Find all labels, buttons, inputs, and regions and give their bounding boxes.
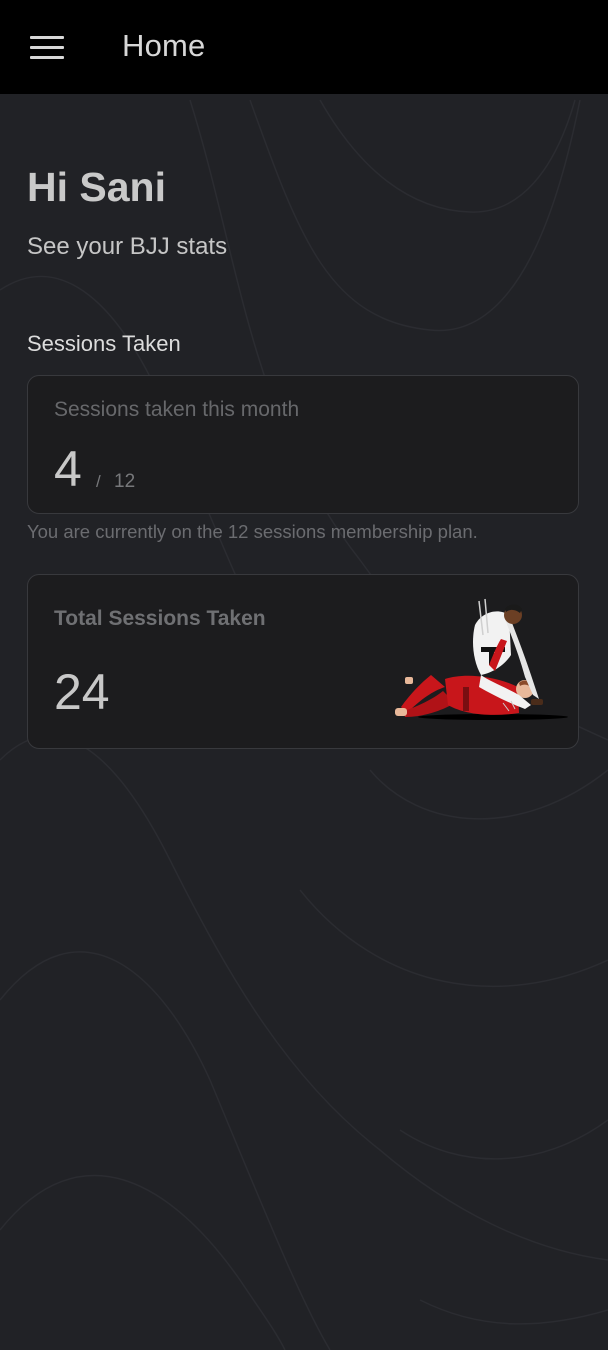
menu-button[interactable] [22, 24, 72, 70]
sessions-separator: / [96, 472, 101, 491]
monthly-sessions-count: 4 [54, 441, 82, 497]
greeting-heading: Hi Sani [27, 164, 166, 210]
greeting-subtitle: See your BJJ stats [27, 233, 228, 260]
monthly-sessions-limit: 12 [114, 471, 136, 492]
monthly-sessions-card: Sessions taken this month 4 / 12 [27, 375, 579, 514]
sessions-section-title: Sessions Taken [27, 331, 181, 356]
bjj-grappling-illustration [395, 598, 568, 720]
app-title: Home [122, 28, 206, 63]
monthly-sessions-label: Sessions taken this month [54, 398, 300, 421]
total-sessions-count: 24 [54, 664, 110, 720]
home-screen: Home Hi Sani See your BJJ stats Sessions… [0, 0, 608, 1350]
total-sessions-label: Total Sessions Taken [54, 607, 266, 630]
total-sessions-card: Total Sessions Taken 24 [27, 574, 579, 749]
app-bar: Home [0, 0, 608, 94]
membership-plan-note: You are currently on the 12 sessions mem… [27, 521, 478, 542]
